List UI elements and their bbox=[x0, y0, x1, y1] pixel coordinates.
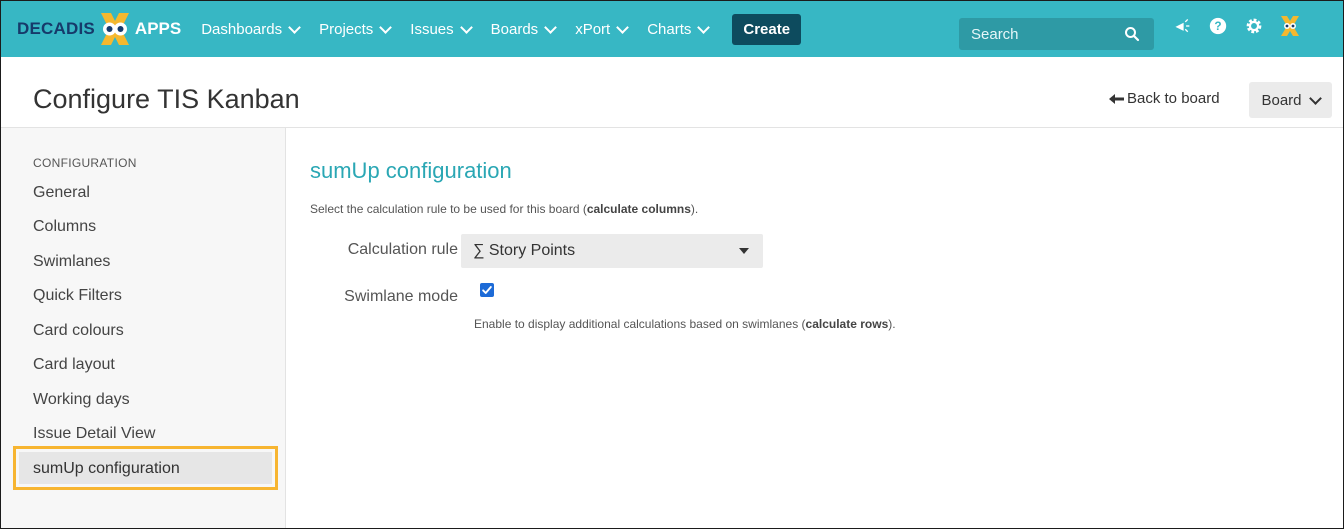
nav-projects-label: Projects bbox=[319, 20, 374, 38]
caret-down-icon bbox=[739, 248, 749, 254]
hint-end: ). bbox=[888, 317, 896, 331]
sidebar-item-quick-filters[interactable]: Quick Filters bbox=[33, 287, 122, 305]
nav-projects[interactable]: Projects bbox=[319, 20, 393, 38]
nav-boards-label: Boards bbox=[490, 20, 539, 38]
sidebar-item-swimlanes[interactable]: Swimlanes bbox=[33, 253, 110, 271]
top-navigation-bar: DECADIS APPS Dashboards Projects Issues … bbox=[1, 1, 1343, 57]
main-nav: Dashboards Projects Issues Boards xPort … bbox=[201, 13, 802, 45]
description-text: Select the calculation rule to be used f… bbox=[310, 202, 587, 216]
nav-dashboards[interactable]: Dashboards bbox=[201, 20, 301, 38]
nav-charts-label: Charts bbox=[647, 20, 692, 38]
main-content: sumUp configuration Select the calculati… bbox=[286, 128, 1343, 528]
back-to-board-label: Back to board bbox=[1127, 90, 1220, 107]
svg-text:?: ? bbox=[1214, 19, 1221, 33]
swimlane-mode-checkbox[interactable] bbox=[480, 283, 494, 297]
nav-charts[interactable]: Charts bbox=[647, 20, 711, 38]
section-description: Select the calculation rule to be used f… bbox=[310, 202, 698, 216]
sidebar-item-general[interactable]: General bbox=[33, 184, 90, 202]
swimlane-mode-hint: Enable to display additional calculation… bbox=[474, 317, 896, 331]
hint-text: Enable to display additional calculation… bbox=[474, 317, 806, 331]
back-to-board-link[interactable]: Back to board bbox=[1109, 90, 1220, 107]
settings-icon[interactable] bbox=[1243, 15, 1265, 37]
decadis-apps-logo[interactable]: DECADIS APPS bbox=[17, 1, 181, 57]
board-button-label: Board bbox=[1261, 91, 1302, 109]
board-dropdown-button[interactable]: Board bbox=[1249, 82, 1332, 118]
highlight-box bbox=[13, 446, 278, 490]
user-avatar-icon[interactable] bbox=[1279, 15, 1301, 37]
page-header: Configure TIS Kanban Back to board Board bbox=[1, 57, 1343, 128]
logo-text-left: DECADIS bbox=[17, 19, 95, 38]
sidebar-item-working-days[interactable]: Working days bbox=[33, 391, 130, 409]
calculation-rule-select[interactable]: ∑ Story Points bbox=[461, 234, 763, 268]
sidebar-item-card-layout[interactable]: Card layout bbox=[33, 356, 115, 374]
help-icon[interactable]: ? bbox=[1207, 15, 1229, 37]
search-placeholder: Search bbox=[971, 25, 1019, 43]
swimlane-mode-label: Swimlane mode bbox=[344, 288, 458, 305]
calculation-rule-value: ∑ Story Points bbox=[473, 242, 576, 259]
logo-x-icon bbox=[97, 11, 133, 47]
configuration-sidebar: CONFIGURATION General Columns Swimlanes … bbox=[1, 128, 286, 528]
chevron-down-icon bbox=[379, 20, 393, 34]
search-icon[interactable] bbox=[1124, 26, 1140, 42]
description-end: ). bbox=[690, 202, 699, 216]
search-input[interactable]: Search bbox=[959, 18, 1154, 50]
megaphone-icon[interactable] bbox=[1171, 15, 1193, 37]
logo-text-right: APPS bbox=[134, 19, 182, 38]
hint-bold: calculate rows bbox=[805, 317, 889, 331]
sidebar-item-card-colours[interactable]: Card colours bbox=[33, 322, 124, 340]
chevron-down-icon bbox=[288, 20, 301, 34]
nav-issues[interactable]: Issues bbox=[410, 20, 473, 38]
section-title: sumUp configuration bbox=[310, 158, 512, 183]
sidebar-heading: CONFIGURATION bbox=[33, 156, 137, 170]
chevron-down-icon bbox=[616, 20, 630, 34]
chevron-down-icon bbox=[544, 20, 558, 34]
chevron-down-icon bbox=[697, 20, 711, 34]
top-icon-group: ? bbox=[1171, 15, 1315, 37]
sidebar-item-issue-detail-view[interactable]: Issue Detail View bbox=[33, 425, 155, 443]
description-bold: calculate columns bbox=[586, 202, 691, 216]
arrow-left-icon bbox=[1109, 93, 1124, 104]
chevron-down-icon bbox=[1308, 91, 1322, 105]
nav-boards[interactable]: Boards bbox=[490, 20, 558, 38]
checkmark-icon bbox=[482, 286, 492, 294]
nav-xport[interactable]: xPort bbox=[575, 20, 630, 38]
create-button[interactable]: Create bbox=[732, 13, 802, 45]
calculation-rule-label: Calculation rule bbox=[347, 241, 458, 258]
nav-xport-label: xPort bbox=[575, 20, 611, 38]
nav-dashboards-label: Dashboards bbox=[201, 20, 283, 38]
nav-issues-label: Issues bbox=[410, 20, 454, 38]
sidebar-item-columns[interactable]: Columns bbox=[33, 218, 96, 236]
page-title: Configure TIS Kanban bbox=[33, 84, 300, 114]
chevron-down-icon bbox=[459, 20, 473, 34]
